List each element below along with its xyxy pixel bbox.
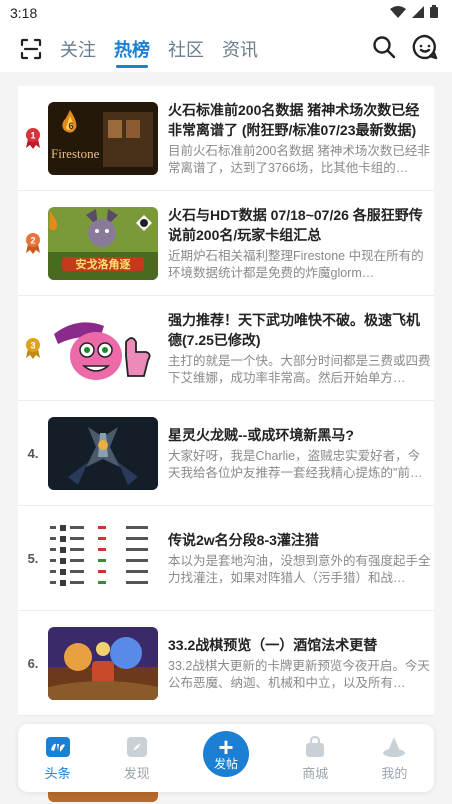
article-excerpt: 近期炉石相关福利整理Firestone 中现在所有的环境数据统计都是免费的炸魔g…	[168, 248, 424, 280]
screen: { "status": { "time": "3:18" }, "header"…	[0, 0, 452, 804]
plus-icon: +	[218, 732, 234, 762]
article-excerpt: 目前火石标准前200名数据 猪神术场次数已经非常离谱了，达到了3766场，比其他…	[168, 143, 430, 175]
nav-headline-label: 头条	[44, 765, 71, 781]
wifi-icon	[390, 5, 406, 21]
svg-text:6: 6	[68, 121, 73, 131]
battery-icon	[430, 5, 438, 21]
rank-1-badge: 1	[18, 127, 48, 149]
nav-headline[interactable]: 头条	[45, 735, 71, 782]
article-thumbnail: 6 Firestone	[48, 101, 158, 175]
tab-news[interactable]: 资讯	[222, 30, 258, 68]
rank-3-badge: 3	[18, 337, 48, 359]
list-item[interactable]: 6. 33.2战棋预览（一）酒馆法术更替 33.2战棋大更新的卡牌更新预览今夜开…	[18, 611, 434, 716]
rank-number: 5.	[27, 550, 39, 566]
hot-list: 1 6 Firestone 火石标准前200名数据 猪神术场次数已经非常离谱了 …	[18, 86, 434, 716]
nav-shop[interactable]: 商城	[302, 735, 328, 782]
top-header: 关注 热榜 社区 资讯	[0, 26, 452, 72]
article-title[interactable]: 传说2w名分段8-3灌注猎	[168, 530, 432, 550]
rank-number: 4.	[27, 445, 39, 461]
article-thumbnail	[48, 521, 158, 595]
headline-icon	[45, 735, 70, 759]
article-thumbnail	[48, 311, 158, 385]
tab-hot-list[interactable]: 热榜	[114, 30, 150, 68]
nav-post[interactable]: + 发帖	[203, 731, 249, 777]
thumbnail-caption: 安戈洛角逐	[76, 257, 131, 271]
status-time: 3:18	[10, 5, 38, 21]
list-item[interactable]: 3 强力推荐！天下武功唯快不破。极速飞机德(7.25已修改) 主打的就是一个快。…	[18, 296, 434, 401]
nav-post-label: 发帖	[213, 757, 238, 771]
profile-icon	[382, 735, 406, 759]
article-thumbnail	[48, 626, 158, 700]
rank-number: 6.	[27, 655, 39, 671]
post-button[interactable]: + 发帖	[203, 731, 249, 777]
nav-profile[interactable]: 我的	[381, 735, 407, 782]
article-title[interactable]: 33.2战棋预览（一）酒馆法术更替	[168, 635, 432, 655]
nav-profile-label: 我的	[381, 765, 408, 781]
signal-icon	[412, 5, 424, 21]
scan-icon[interactable]	[20, 38, 42, 60]
search-icon[interactable]	[372, 35, 396, 64]
list-item[interactable]: 2 安戈洛角逐 火石与HDT数据 07/18~07/26 各服狂野传说前200名…	[18, 191, 434, 296]
article-excerpt: 主打的就是一个快。大部分时间都是三费或四费下艾维娜，成功率非常高。然后开始单方…	[168, 353, 431, 385]
firestone-logo-text: Firestone	[51, 146, 100, 161]
svg-text:3: 3	[30, 341, 35, 351]
list-item[interactable]: 4. 星灵火龙贼--或成环境新黑马? 大家好呀，我是Charlie，盗贼忠实爱好…	[18, 401, 434, 506]
rank-2-badge: 2	[18, 232, 48, 254]
discover-icon	[125, 735, 149, 759]
nav-discover[interactable]: 发现	[124, 735, 150, 782]
article-title[interactable]: 星灵火龙贼--或成环境新黑马?	[168, 425, 432, 445]
status-bar: 3:18	[0, 0, 452, 26]
article-thumbnail: 安戈洛角逐	[48, 206, 158, 280]
article-excerpt: 本以为是套地沟油，没想到意外的有强度起手全力找灌注，如果对阵猎人（污手猎）和战…	[168, 553, 431, 585]
shop-icon	[303, 735, 327, 759]
svg-text:2: 2	[30, 236, 35, 246]
list-item[interactable]: 1 6 Firestone 火石标准前200名数据 猪神术场次数已经非常离谱了 …	[18, 86, 434, 191]
header-tabs: 关注 热榜 社区 资讯	[60, 30, 372, 68]
bottom-tab-bar: 头条 发现 + 发帖 商城 我的	[18, 724, 434, 792]
article-excerpt: 大家好呀，我是Charlie，盗贼忠实爱好者，今天我给各位炉友推荐一套经我精心提…	[168, 448, 423, 480]
article-title[interactable]: 火石标准前200名数据 猪神术场次数已经非常离谱了 (附狂野/标准07/23最新…	[168, 100, 432, 140]
list-item[interactable]: 5. 传说2w名分段8-3灌注猎 本以为是套地沟油，没想到意外的有强度起手全力找…	[18, 506, 434, 611]
tab-community[interactable]: 社区	[168, 30, 204, 68]
article-thumbnail	[48, 416, 158, 490]
article-title[interactable]: 火石与HDT数据 07/18~07/26 各服狂野传说前200名/玩家卡组汇总	[168, 205, 432, 245]
nav-discover-label: 发现	[123, 765, 150, 781]
nav-shop-label: 商城	[302, 765, 329, 781]
article-excerpt: 33.2战棋大更新的卡牌更新预览今夜开启。今天公布恶魔、纳迦、机械和中立，以及所…	[168, 658, 430, 690]
svg-text:1: 1	[30, 131, 35, 141]
article-title[interactable]: 强力推荐！天下武功唯快不破。极速飞机德(7.25已修改)	[168, 310, 432, 350]
message-icon[interactable]	[412, 34, 438, 65]
tab-follow[interactable]: 关注	[60, 30, 96, 68]
